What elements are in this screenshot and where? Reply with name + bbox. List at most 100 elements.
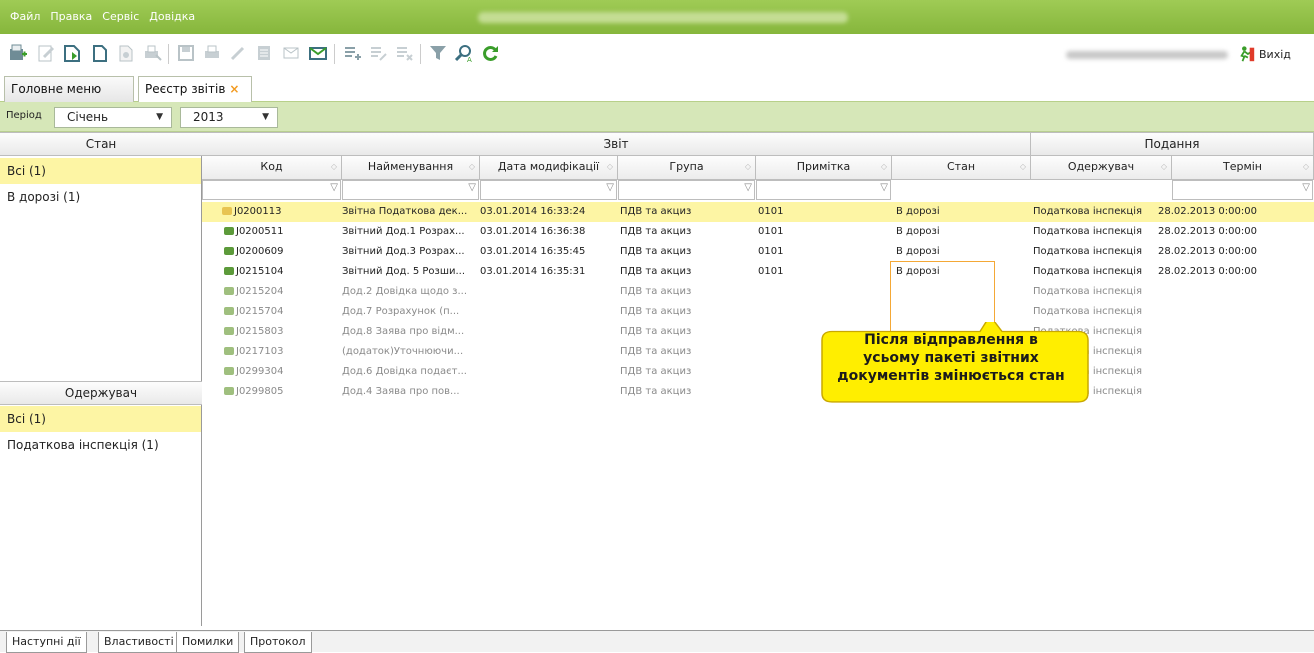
tab-properties[interactable]: Властивості xyxy=(98,632,180,653)
cell-modified-date: 03.01.2014 16:36:38 xyxy=(480,226,586,237)
cell-group: ПДВ та акциз xyxy=(620,326,692,337)
column-header-recipient[interactable]: Одержувач ◇ xyxy=(1031,156,1172,180)
menu-edit[interactable]: Правка xyxy=(50,10,92,23)
sort-icon[interactable]: ◇ xyxy=(1020,156,1026,178)
sort-icon[interactable]: ◇ xyxy=(1303,156,1309,178)
cell-code: J0215104 xyxy=(224,262,342,282)
column-header-group[interactable]: Група ◇ xyxy=(618,156,756,180)
edit-icon[interactable] xyxy=(36,43,56,63)
cell-code-text: J0299805 xyxy=(236,386,284,397)
table-row[interactable]: J0299304 Дод.6 Довідка подаєт... ПДВ та ак… xyxy=(202,362,1314,382)
column-header-state[interactable]: Стан ◇ xyxy=(892,156,1031,180)
new-report-icon[interactable] xyxy=(8,43,28,63)
cell-note: 0101 xyxy=(758,206,784,217)
cell-code-text: J0200511 xyxy=(236,226,284,237)
sort-icon[interactable]: ◇ xyxy=(745,156,751,178)
filter-input-code[interactable]: ▽ xyxy=(202,180,341,200)
group-header-report: Звіт xyxy=(202,132,1031,156)
open-icon[interactable] xyxy=(62,43,82,63)
menu-service[interactable]: Сервіс xyxy=(102,10,139,23)
cell-group: ПДВ та акциз xyxy=(620,266,692,277)
state-filter-in-transit[interactable]: В дорозі (1) xyxy=(0,184,201,210)
sort-icon[interactable]: ◇ xyxy=(607,156,613,178)
send-icon[interactable] xyxy=(308,43,328,63)
tab-errors[interactable]: Помилки xyxy=(176,632,240,653)
cell-code: J0200609 xyxy=(224,242,342,262)
menu-file[interactable]: Файл xyxy=(10,10,40,23)
state-filter-all[interactable]: Всі (1) xyxy=(0,158,201,184)
table-row[interactable]: J0215803 Дод.8 Заява про відм... ПДВ та ак… xyxy=(202,322,1314,342)
exit-button[interactable]: Вихід xyxy=(1238,45,1291,63)
table-row[interactable]: J0200609 Звітний Дод.3 Розрах... 03.01.201… xyxy=(202,242,1314,262)
filter-input-name[interactable]: ▽ xyxy=(342,180,479,200)
cell-code-text: J0215104 xyxy=(236,266,284,277)
filter-icon[interactable] xyxy=(428,43,448,63)
filter-input-modified-date[interactable]: ▽ xyxy=(480,180,617,200)
mail-icon[interactable] xyxy=(282,43,302,63)
month-select[interactable]: Січень ▼ xyxy=(54,107,172,128)
cell-deadline: 28.02.2013 0:00:00 xyxy=(1158,226,1257,237)
tab-next-actions[interactable]: Наступні дії xyxy=(6,632,87,653)
print-preview-icon[interactable] xyxy=(142,43,162,63)
sort-icon[interactable]: ◇ xyxy=(331,156,337,178)
svg-text:A: A xyxy=(467,56,472,63)
cell-code-text: J0215803 xyxy=(236,326,284,337)
cell-deadline: 28.02.2013 0:00:00 xyxy=(1158,206,1257,217)
filter-icon: ▽ xyxy=(606,182,614,193)
recipient-filter-all[interactable]: Всі (1) xyxy=(0,406,201,432)
column-header-deadline[interactable]: Термін ◇ xyxy=(1172,156,1314,180)
print-icon[interactable] xyxy=(202,43,222,63)
column-header-name[interactable]: Найменування ◇ xyxy=(342,156,480,180)
document-icon xyxy=(224,327,234,335)
cell-code: J0215803 xyxy=(224,322,342,342)
copy-icon[interactable] xyxy=(90,43,110,63)
list-delete-icon[interactable] xyxy=(394,43,414,63)
import-icon[interactable] xyxy=(116,43,136,63)
recipient-filter-tax-office[interactable]: Податкова інспекція (1) xyxy=(0,432,201,458)
cell-deadline xyxy=(1158,362,1296,382)
year-select[interactable]: 2013 ▼ xyxy=(180,107,278,128)
refresh-icon[interactable] xyxy=(480,43,500,63)
cell-deadline xyxy=(1158,322,1296,342)
column-header-modified-date[interactable]: Дата модифікації ◇ xyxy=(480,156,618,180)
callout-line-2: усьому пакеті звітних xyxy=(863,350,1039,366)
table-row[interactable]: J0200113 Звітна Податкова дек... 03.01.201… xyxy=(202,202,1314,222)
cell-name: Звітна Податкова дек... xyxy=(342,206,468,217)
year-value: 2013 xyxy=(193,110,224,124)
filter-icon: ▽ xyxy=(880,182,888,193)
cell-state: В дорозі xyxy=(896,246,940,257)
list-edit-icon[interactable] xyxy=(368,43,388,63)
document-icon xyxy=(224,227,234,235)
column-header-note[interactable]: Примітка ◇ xyxy=(756,156,892,180)
cell-recipient: Податкова інспекція xyxy=(1033,266,1143,277)
table-row[interactable]: J0200511 Звітний Дод.1 Розрах... 03.01.201… xyxy=(202,222,1314,242)
close-tab-icon[interactable]: × xyxy=(229,82,239,96)
list-add-icon[interactable] xyxy=(342,43,362,63)
menu-bar: Файл Правка Сервіс Довідка xyxy=(0,0,1314,34)
table-row[interactable]: J0215104 Звітний Дод. 5 Розши... 03.01.201… xyxy=(202,262,1314,282)
filter-input-deadline[interactable]: ▽ xyxy=(1172,180,1313,200)
sort-icon[interactable]: ◇ xyxy=(469,156,475,178)
search-icon[interactable]: A xyxy=(454,43,474,63)
tab-report-registry[interactable]: Реєстр звітів × xyxy=(138,76,252,102)
sort-icon[interactable]: ◇ xyxy=(1161,156,1167,178)
state-panel-header: Стан xyxy=(0,132,202,156)
month-value: Січень xyxy=(67,110,109,124)
table-row[interactable]: J0215704 Дод.7 Розрахунок (п... ПДВ та акц… xyxy=(202,302,1314,322)
document-icon xyxy=(224,367,234,375)
cell-group: ПДВ та акциз xyxy=(620,206,692,217)
filter-input-group[interactable]: ▽ xyxy=(618,180,755,200)
tab-protocol[interactable]: Протокол xyxy=(244,632,312,653)
sign-icon[interactable] xyxy=(228,43,248,63)
column-header-code[interactable]: Код ◇ xyxy=(202,156,342,180)
table-row[interactable]: J0215204 Дод.2 Довідка щодо з... ПДВ та ак… xyxy=(202,282,1314,302)
table-row[interactable]: J0299805 Дод.4 Заява про пов... ПДВ та акц… xyxy=(202,382,1314,402)
document-list-icon[interactable] xyxy=(254,43,274,63)
filter-input-note[interactable]: ▽ xyxy=(756,180,891,200)
tab-main-menu[interactable]: Головне меню xyxy=(4,76,134,102)
table-row[interactable]: J0217103 (додаток)Уточнюючи... ПДВ та акци… xyxy=(202,342,1314,362)
cell-modified-date xyxy=(480,382,614,402)
sort-icon[interactable]: ◇ xyxy=(881,156,887,178)
menu-help[interactable]: Довідка xyxy=(149,10,195,23)
save-icon[interactable] xyxy=(176,43,196,63)
